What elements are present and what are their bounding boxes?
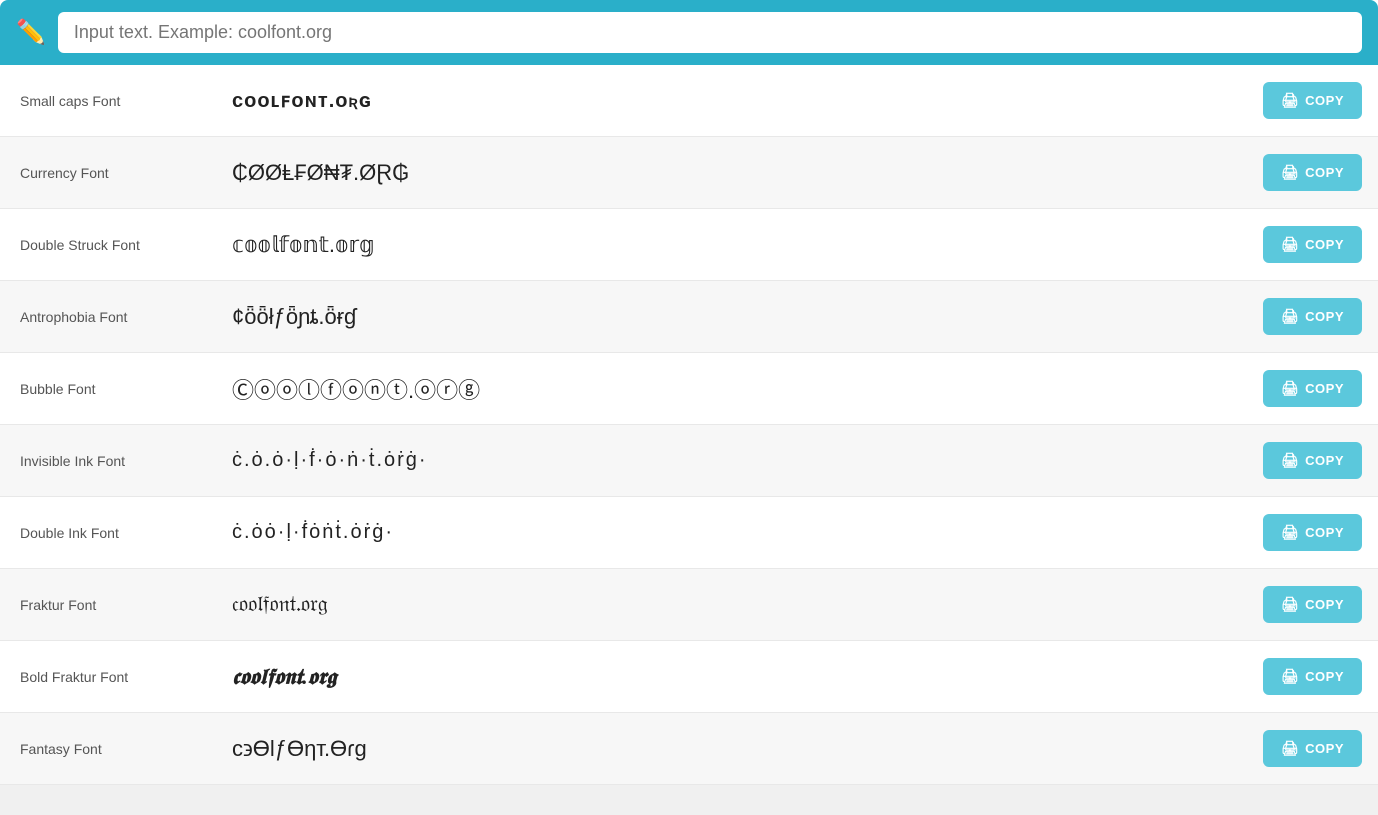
copy-button[interactable]: 🖨 COPY: [1263, 730, 1362, 767]
copy-label: COPY: [1305, 669, 1344, 684]
font-label: Small caps Font: [0, 77, 220, 125]
font-label: Fantasy Font: [0, 725, 220, 773]
pencil-icon: ✏️: [16, 18, 46, 47]
font-preview: 𝖈𝖔𝖔𝖑𝖋𝖔𝖓𝖙.𝖔𝖗𝖌: [220, 648, 1268, 706]
font-label: Currency Font: [0, 149, 220, 197]
font-label: Invisible Ink Font: [0, 437, 220, 485]
main-container: ✏️ Small caps Font ᴄᴏᴏʟꜰᴏɴᴛ.ᴏʀɢ 🖨 COPY C…: [0, 0, 1378, 785]
font-row: Fantasy Font ϲ϶ϴlƒϴηт.ϴɾɡ 🖨 COPY: [0, 713, 1378, 785]
copy-btn-container: 🖨 COPY: [1268, 442, 1378, 479]
copy-icon: 🖨: [1281, 524, 1299, 541]
copy-btn-container: 🖨 COPY: [1268, 298, 1378, 335]
copy-icon: 🖨: [1281, 164, 1299, 181]
copy-label: COPY: [1305, 309, 1344, 324]
copy-btn-container: 🖨 COPY: [1268, 730, 1378, 767]
copy-icon: 🖨: [1281, 236, 1299, 253]
copy-btn-container: 🖨 COPY: [1268, 514, 1378, 551]
copy-label: COPY: [1305, 165, 1344, 180]
copy-label: COPY: [1305, 741, 1344, 756]
copy-button[interactable]: 🖨 COPY: [1263, 298, 1362, 335]
copy-label: COPY: [1305, 525, 1344, 540]
font-label: Fraktur Font: [0, 581, 220, 629]
font-row: Double Ink Font ċ.ȯȯ·ḷ·ḟȯṅṫ.ȯṙġ· 🖨 COPY: [0, 497, 1378, 569]
font-preview: 𝕔𝕠𝕠𝕝𝕗𝕠𝕟𝕥.𝕠𝕣𝕘: [220, 216, 1268, 274]
copy-icon: 🖨: [1281, 668, 1299, 685]
font-preview: 𝔠𝔬𝔬𝔩𝔣𝔬𝔫𝔱.𝔬𝔯𝔤: [220, 577, 1268, 633]
copy-icon: 🖨: [1281, 92, 1299, 109]
font-preview: ¢ȫȫłƒȫɲȶ.ȫɍɠ: [220, 288, 1268, 346]
font-row: Double Struck Font 𝕔𝕠𝕠𝕝𝕗𝕠𝕟𝕥.𝕠𝕣𝕘 🖨 COPY: [0, 209, 1378, 281]
copy-button[interactable]: 🖨 COPY: [1263, 154, 1362, 191]
font-label: Bubble Font: [0, 365, 220, 413]
copy-button[interactable]: 🖨 COPY: [1263, 658, 1362, 695]
font-row: Currency Font ₵ØØⱠ₣Ø₦₮.ØⱤ₲ 🖨 COPY: [0, 137, 1378, 209]
font-label: Bold Fraktur Font: [0, 653, 220, 701]
copy-btn-container: 🖨 COPY: [1268, 658, 1378, 695]
copy-button[interactable]: 🖨 COPY: [1263, 586, 1362, 623]
copy-icon: 🖨: [1281, 596, 1299, 613]
font-preview: ċ.ȯ.ȯ·ḷ·ḟ·ȯ·ṅ·ṫ.ȯṙġ·: [220, 433, 1268, 488]
copy-button[interactable]: 🖨 COPY: [1263, 226, 1362, 263]
copy-button[interactable]: 🖨 COPY: [1263, 82, 1362, 119]
copy-btn-container: 🖨 COPY: [1268, 586, 1378, 623]
copy-btn-container: 🖨 COPY: [1268, 154, 1378, 191]
font-list: Small caps Font ᴄᴏᴏʟꜰᴏɴᴛ.ᴏʀɢ 🖨 COPY Curr…: [0, 65, 1378, 785]
copy-btn-container: 🖨 COPY: [1268, 226, 1378, 263]
copy-icon: 🖨: [1281, 308, 1299, 325]
font-label: Double Ink Font: [0, 509, 220, 557]
font-label: Double Struck Font: [0, 221, 220, 269]
font-row: Antrophobia Font ¢ȫȫłƒȫɲȶ.ȫɍɠ 🖨 COPY: [0, 281, 1378, 353]
font-row: Fraktur Font 𝔠𝔬𝔬𝔩𝔣𝔬𝔫𝔱.𝔬𝔯𝔤 🖨 COPY: [0, 569, 1378, 641]
copy-label: COPY: [1305, 237, 1344, 252]
copy-button[interactable]: 🖨 COPY: [1263, 370, 1362, 407]
font-row: Bold Fraktur Font 𝖈𝖔𝖔𝖑𝖋𝖔𝖓𝖙.𝖔𝖗𝖌 🖨 COPY: [0, 641, 1378, 713]
font-preview: ϲ϶ϴlƒϴηт.ϴɾɡ: [220, 720, 1268, 778]
font-row: Invisible Ink Font ċ.ȯ.ȯ·ḷ·ḟ·ȯ·ṅ·ṫ.ȯṙġ· …: [0, 425, 1378, 497]
font-label: Antrophobia Font: [0, 293, 220, 341]
copy-button[interactable]: 🖨 COPY: [1263, 442, 1362, 479]
copy-icon: 🖨: [1281, 452, 1299, 469]
copy-icon: 🖨: [1281, 380, 1299, 397]
font-preview: Ⓒⓞⓞⓛⓕⓞⓝⓣ.ⓞⓡⓖ: [220, 357, 1268, 421]
copy-btn-container: 🖨 COPY: [1268, 370, 1378, 407]
copy-icon: 🖨: [1281, 740, 1299, 757]
text-input[interactable]: [58, 12, 1362, 53]
font-preview: ċ.ȯȯ·ḷ·ḟȯṅṫ.ȯṙġ·: [220, 505, 1268, 560]
font-preview: ᴄᴏᴏʟꜰᴏɴᴛ.ᴏʀɢ: [220, 72, 1268, 129]
copy-btn-container: 🖨 COPY: [1268, 82, 1378, 119]
copy-button[interactable]: 🖨 COPY: [1263, 514, 1362, 551]
copy-label: COPY: [1305, 381, 1344, 396]
font-row: Bubble Font Ⓒⓞⓞⓛⓕⓞⓝⓣ.ⓞⓡⓖ 🖨 COPY: [0, 353, 1378, 425]
font-row: Small caps Font ᴄᴏᴏʟꜰᴏɴᴛ.ᴏʀɢ 🖨 COPY: [0, 65, 1378, 137]
header-bar: ✏️: [0, 0, 1378, 65]
copy-label: COPY: [1305, 597, 1344, 612]
copy-label: COPY: [1305, 93, 1344, 108]
copy-label: COPY: [1305, 453, 1344, 468]
font-preview: ₵ØØⱠ₣Ø₦₮.ØⱤ₲: [220, 144, 1268, 202]
